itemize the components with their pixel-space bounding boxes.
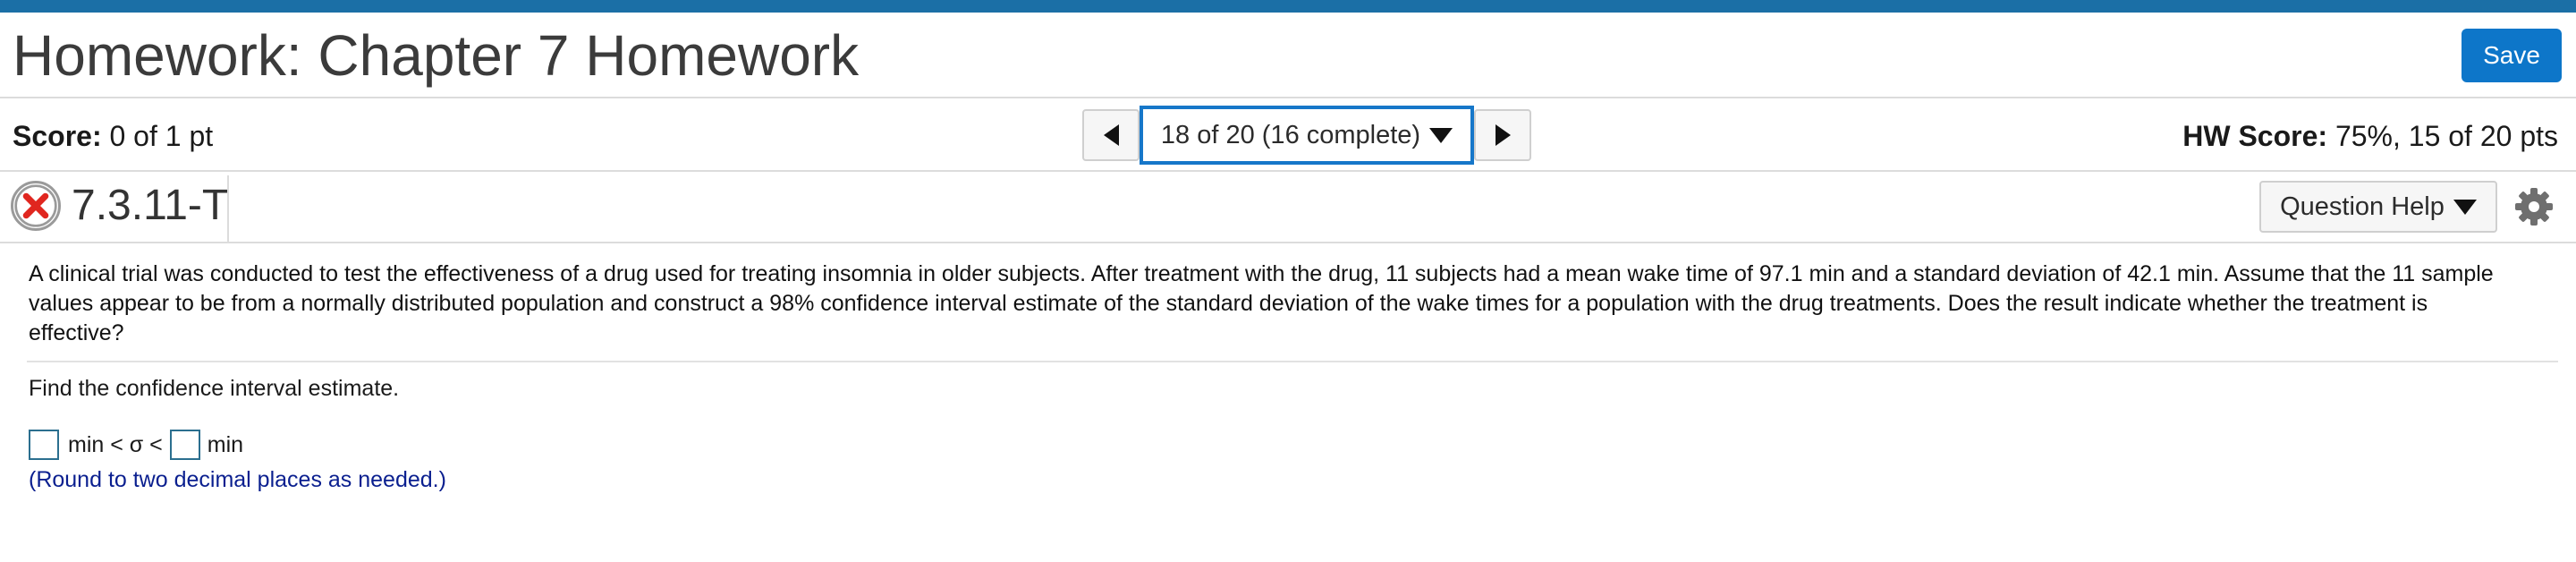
score-label: Score:	[13, 120, 102, 152]
lower-bound-input[interactable]	[29, 430, 59, 460]
score-display: Score: 0 of 1 pt	[13, 118, 213, 154]
red-x-circle-icon	[11, 181, 61, 231]
score-value: 0 of 1 pt	[109, 120, 214, 152]
next-question-button[interactable]	[1474, 109, 1531, 161]
upper-bound-input[interactable]	[169, 430, 200, 460]
confidence-interval-answer: min < σ < min	[29, 428, 243, 462]
caret-down-icon	[2453, 199, 2477, 215]
divider	[0, 170, 2576, 172]
question-selector-text: 18 of 20 (16 complete)	[1160, 120, 1421, 149]
triangle-left-icon	[1103, 124, 1119, 146]
inequality-unit-text: min	[207, 431, 244, 457]
divider	[0, 242, 2576, 243]
top-accent-bar	[0, 0, 2576, 13]
caret-down-icon	[1429, 127, 1453, 143]
hw-score-label: HW Score:	[2182, 120, 2328, 152]
save-button[interactable]: Save	[2462, 29, 2562, 82]
question-id: 7.3.11-T	[72, 182, 229, 229]
inequality-middle-text: min < σ <	[68, 431, 163, 457]
question-text: A clinical trial was conducted to test t…	[29, 261, 2494, 345]
vertical-divider	[227, 175, 229, 242]
triangle-right-icon	[1495, 124, 1511, 146]
hw-score-display: HW Score: 75%, 15 of 20 pts	[2182, 118, 2558, 154]
question-prompt: Find the confidence interval estimate.	[29, 376, 400, 401]
question-selector[interactable]: 18 of 20 (16 complete)	[1140, 106, 1474, 165]
question-help-label: Question Help	[2280, 192, 2445, 221]
hw-score-value: 75%, 15 of 20 pts	[2334, 120, 2558, 152]
rounding-hint: (Round to two decimal places as needed.)	[29, 467, 446, 492]
divider	[0, 97, 2576, 98]
previous-question-button[interactable]	[1082, 109, 1140, 161]
question-help-button[interactable]: Question Help	[2259, 181, 2497, 233]
divider	[27, 361, 2558, 362]
gear-icon[interactable]	[2513, 186, 2555, 227]
page-title: Homework: Chapter 7 Homework	[13, 23, 860, 88]
